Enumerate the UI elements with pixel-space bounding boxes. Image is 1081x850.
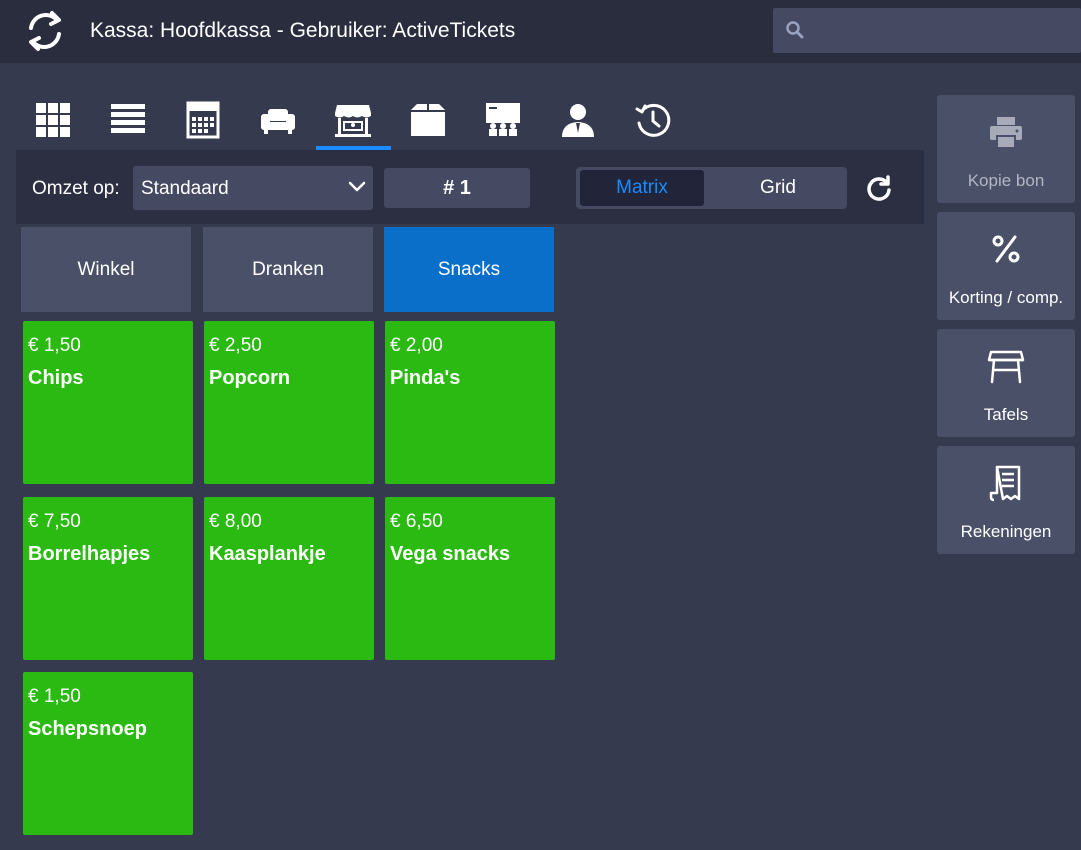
grid-icon [36, 103, 70, 137]
view-matrix-button[interactable]: Matrix [580, 170, 704, 206]
product-price: € 1,50 [28, 335, 81, 356]
omzet-select-value: Standaard [141, 178, 229, 199]
product-price: € 1,50 [28, 686, 81, 707]
category-snacks[interactable]: Snacks [384, 227, 554, 312]
rekeningen-button[interactable]: Rekeningen [937, 446, 1075, 554]
view-grid-button[interactable]: Grid [712, 170, 844, 206]
tafels-button[interactable]: Tafels [937, 329, 1075, 437]
chevron-down-icon [348, 181, 366, 192]
product-name: Schepsnoep [28, 718, 147, 740]
box-icon [411, 104, 445, 136]
product-name: Popcorn [209, 367, 291, 389]
product-name: Kaasplankje [209, 543, 326, 565]
product-tile[interactable]: € 1,50 Schepsnoep [23, 672, 193, 835]
kopie-bon-button[interactable]: Kopie bon [937, 95, 1075, 203]
tab-sofa[interactable] [241, 94, 315, 146]
side-button-label: Korting / comp. [948, 288, 1064, 307]
tab-box[interactable] [391, 94, 465, 146]
app-title: Kassa: Hoofdkassa - Gebruiker: ActiveTic… [90, 19, 516, 42]
tab-list[interactable] [91, 94, 165, 146]
tab-calendar[interactable] [166, 94, 240, 146]
percent-icon [992, 235, 1020, 263]
korting-button[interactable]: Korting / comp. [937, 212, 1075, 320]
product-tile[interactable]: € 7,50 Borrelhapjes [23, 497, 193, 660]
product-price: € 8,00 [209, 511, 262, 532]
product-price: € 2,50 [209, 335, 262, 356]
search-input[interactable] [810, 12, 1075, 49]
category-dranken[interactable]: Dranken [203, 227, 373, 312]
omzet-label: Omzet op: [32, 178, 120, 199]
product-tile[interactable]: € 8,00 Kaasplankje [204, 497, 374, 660]
shop-icon [335, 105, 371, 137]
tab-grid[interactable] [16, 94, 90, 146]
side-button-label: Kopie bon [967, 171, 1045, 190]
printer-icon [990, 117, 1022, 149]
product-price: € 7,50 [28, 511, 81, 532]
product-name: Borrelhapjes [28, 543, 151, 565]
product-name: Chips [28, 367, 84, 389]
search-icon [786, 21, 804, 39]
product-tile[interactable]: € 2,50 Popcorn [204, 321, 374, 484]
receipt-icon [989, 465, 1021, 502]
list-icon [111, 104, 145, 133]
order-number-button[interactable]: # 1 [384, 168, 530, 208]
side-button-label: Tafels [983, 405, 1029, 424]
sofa-icon [261, 109, 295, 134]
sync-icon[interactable] [22, 8, 68, 54]
presentation-icon [486, 103, 520, 136]
calendar-icon [186, 101, 220, 139]
tab-presentation[interactable] [466, 94, 540, 146]
category-winkel[interactable]: Winkel [21, 227, 191, 312]
product-price: € 2,00 [390, 335, 443, 356]
history-clock-icon [635, 103, 671, 137]
product-price: € 6,50 [390, 511, 443, 532]
product-tile[interactable]: € 2,00 Pinda's [385, 321, 555, 484]
table-icon [987, 350, 1025, 384]
product-tile[interactable]: € 6,50 Vega snacks [385, 497, 555, 660]
tab-history[interactable] [616, 94, 690, 146]
product-name: Vega snacks [390, 543, 511, 565]
product-name: Pinda's [390, 367, 461, 389]
product-tile[interactable]: € 1,50 Chips [23, 321, 193, 484]
tab-user[interactable] [541, 94, 615, 146]
user-icon [562, 104, 594, 137]
tab-shop[interactable] [316, 94, 390, 146]
side-button-label: Rekeningen [960, 522, 1052, 541]
refresh-icon[interactable] [865, 174, 893, 202]
